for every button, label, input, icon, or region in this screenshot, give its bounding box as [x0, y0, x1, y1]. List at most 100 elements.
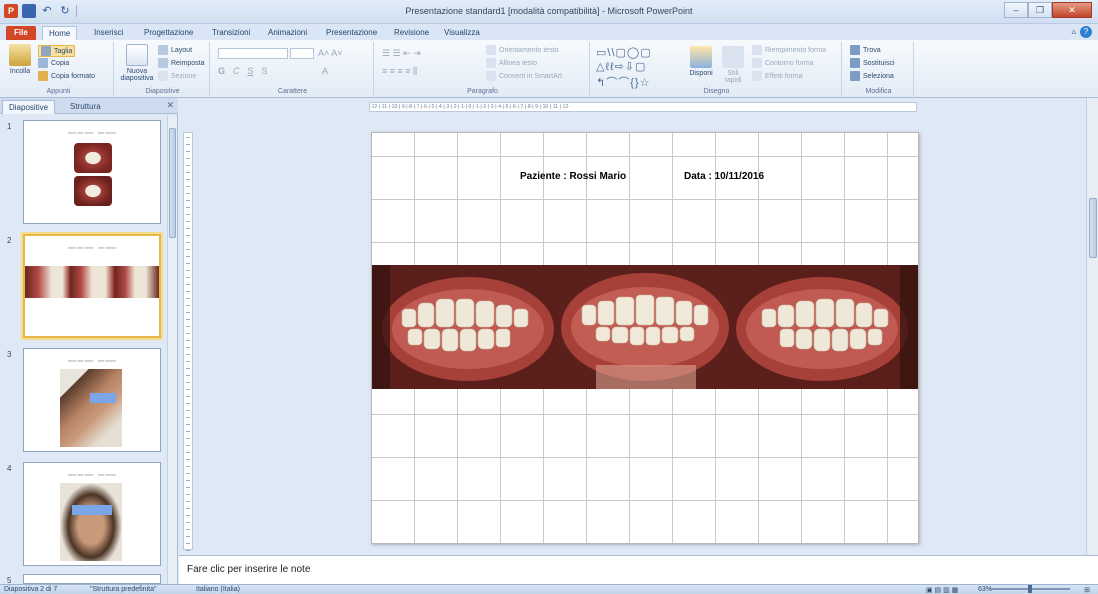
zoom-slider-knob[interactable]: [1028, 585, 1032, 593]
help-icon[interactable]: ?: [1080, 26, 1092, 38]
group-label-font: Carattere: [277, 88, 308, 95]
shape-outline-label: Contorno forma: [765, 59, 814, 67]
ruler-tick: [186, 522, 190, 523]
shape-outline-button[interactable]: Contorno forma: [752, 58, 814, 68]
font-name-combo[interactable]: [218, 48, 288, 59]
notes-pane[interactable]: Fare clic per inserire le note: [179, 555, 1098, 584]
slide-thumbnail-5[interactable]: [23, 574, 161, 584]
format-painter-icon: [38, 71, 48, 81]
slide-number: 3: [7, 350, 12, 359]
font-style-buttons[interactable]: GCSS: [218, 66, 268, 76]
tab-slides[interactable]: Diapositive: [2, 100, 56, 114]
section-button[interactable]: Sezione: [158, 71, 196, 81]
slide-thumbnail-4[interactable]: ━━━━ ━━━ ━━━━ ━━━ ━━━━━: [23, 462, 161, 566]
arrange-button[interactable]: Disponi: [686, 46, 716, 77]
ruler-tick: [186, 480, 190, 481]
reset-button[interactable]: Reimposta: [158, 58, 204, 68]
text-direction-button[interactable]: Orientamento testo: [486, 45, 559, 55]
align-text-button[interactable]: Allinea testo: [486, 58, 537, 68]
notes-placeholder[interactable]: Fare clic per inserire le note: [187, 564, 310, 575]
slide-canvas[interactable]: Paziente : Rossi Mario Data : 10/11/2016: [371, 132, 919, 544]
select-button[interactable]: Seleziona: [850, 71, 894, 81]
close-panel-icon[interactable]: ✕: [166, 100, 174, 111]
cut-button[interactable]: Taglia: [38, 45, 76, 57]
smartart-button[interactable]: Converti in SmartArt: [486, 71, 562, 81]
tab-transitions[interactable]: Transizioni: [206, 26, 256, 40]
ruler-tick: [186, 207, 190, 208]
group-font: A˄ A˅ GCSS A Carattere: [212, 42, 374, 96]
quick-styles-button[interactable]: Stili rapidi: [718, 46, 748, 84]
new-slide-button[interactable]: Nuova diapositiva: [120, 44, 154, 82]
minimize-button[interactable]: –: [1004, 2, 1028, 18]
slide-thumbnail-1[interactable]: ━━━━ ━━━ ━━━━ ━━━ ━━━━━: [23, 120, 161, 224]
ruler-tick: [186, 263, 190, 264]
restore-button[interactable]: ❐: [1028, 2, 1052, 18]
tab-slideshow[interactable]: Presentazione: [320, 26, 383, 40]
ruler-tick: [186, 235, 190, 236]
ruler-tick: [186, 305, 190, 306]
panel-scrollbar[interactable]: [167, 116, 177, 584]
font-size-combo[interactable]: [290, 48, 314, 59]
group-editing: Trova Sostituisci Seleziona Modifica: [844, 42, 914, 96]
cut-label: Taglia: [54, 47, 73, 55]
tab-file[interactable]: File: [6, 26, 36, 40]
visit-date[interactable]: Data : 10/11/2016: [684, 171, 764, 182]
scrollbar-thumb[interactable]: [169, 128, 176, 238]
group-label-clipboard: Appunti: [46, 88, 71, 95]
ruler-tick: [186, 172, 190, 173]
view-buttons[interactable]: ▣ ▤ ▥ ▦: [926, 586, 958, 594]
tab-animations[interactable]: Animazioni: [262, 26, 313, 40]
paste-button[interactable]: Incolla: [6, 44, 34, 75]
ruler-tick: [186, 536, 190, 537]
ruler-tick: [186, 452, 190, 453]
replace-button[interactable]: Sostituisci: [850, 58, 895, 68]
patient-name[interactable]: Paziente : Rossi Mario: [520, 171, 626, 182]
close-button[interactable]: ✕: [1052, 2, 1092, 18]
shape-fill-button[interactable]: Riempimento forma: [752, 45, 826, 55]
ruler-tick: [186, 242, 190, 243]
fit-slide-icon[interactable]: ⊞: [1084, 586, 1090, 594]
format-painter-button[interactable]: Copia formato: [38, 71, 95, 81]
find-label: Trova: [863, 46, 881, 54]
outline-icon: [752, 58, 762, 68]
slide-number: 2: [7, 236, 12, 245]
teeth-photo-left[interactable]: [734, 265, 918, 389]
tab-view[interactable]: Visualizza: [438, 26, 486, 40]
ribbon-tab-row: File Home Inserisci Progettazione Transi…: [0, 24, 1098, 40]
slide-thumbnail-3[interactable]: ━━━━ ━━━ ━━━━ ━━━ ━━━━━: [23, 348, 161, 452]
font-size-buttons[interactable]: A˄ A˅: [318, 48, 343, 58]
tab-outline[interactable]: Struttura: [64, 100, 107, 114]
ruler-tick: [186, 256, 190, 257]
fill-icon: [752, 45, 762, 55]
teeth-photo-right[interactable]: [372, 265, 556, 389]
align-buttons[interactable]: ≡ ≡ ≡ ≡ ⫼: [382, 66, 417, 77]
align-text-icon: [486, 58, 496, 68]
reset-icon: [158, 58, 168, 68]
shapes-gallery[interactable]: ▭\\▢◯▢: [596, 46, 652, 59]
font-color-button[interactable]: A: [322, 66, 328, 76]
ruler-tick: [186, 550, 190, 551]
group-clipboard: Incolla Taglia Copia Copia formato Appun…: [4, 42, 114, 96]
editor-scrollbar[interactable]: [1086, 98, 1098, 555]
ruler-tick: [186, 144, 190, 145]
find-button[interactable]: Trova: [850, 45, 881, 55]
slide-thumbnail-2[interactable]: ━━━━ ━━━ ━━━━ ━━━ ━━━━━: [23, 234, 161, 338]
tab-design[interactable]: Progettazione: [138, 26, 199, 40]
list-buttons[interactable]: ☰ ☰ ⇤ ⇥: [382, 48, 421, 59]
ruler-tick: [186, 179, 190, 180]
tab-review[interactable]: Revisione: [388, 26, 435, 40]
scrollbar-thumb[interactable]: [1089, 198, 1097, 258]
layout-icon: [158, 45, 168, 55]
shape-effects-button[interactable]: Effetti forma: [752, 71, 803, 81]
zoom-slider[interactable]: [990, 585, 1070, 593]
shapes-gallery-row2[interactable]: △ℓℓ⇨⇩▢: [596, 60, 646, 73]
profile-photo: [60, 369, 122, 447]
teeth-photo-front[interactable]: [556, 265, 734, 389]
layout-button[interactable]: Layout: [158, 45, 192, 55]
tab-home[interactable]: Home: [42, 26, 78, 40]
minimize-ribbon-icon[interactable]: ▵: [1071, 26, 1076, 37]
language-indicator[interactable]: Italiano (Italia): [196, 586, 240, 593]
copy-button[interactable]: Copia: [38, 58, 69, 68]
tab-insert[interactable]: Inserisci: [88, 26, 129, 40]
cursor-icon: [850, 71, 860, 81]
